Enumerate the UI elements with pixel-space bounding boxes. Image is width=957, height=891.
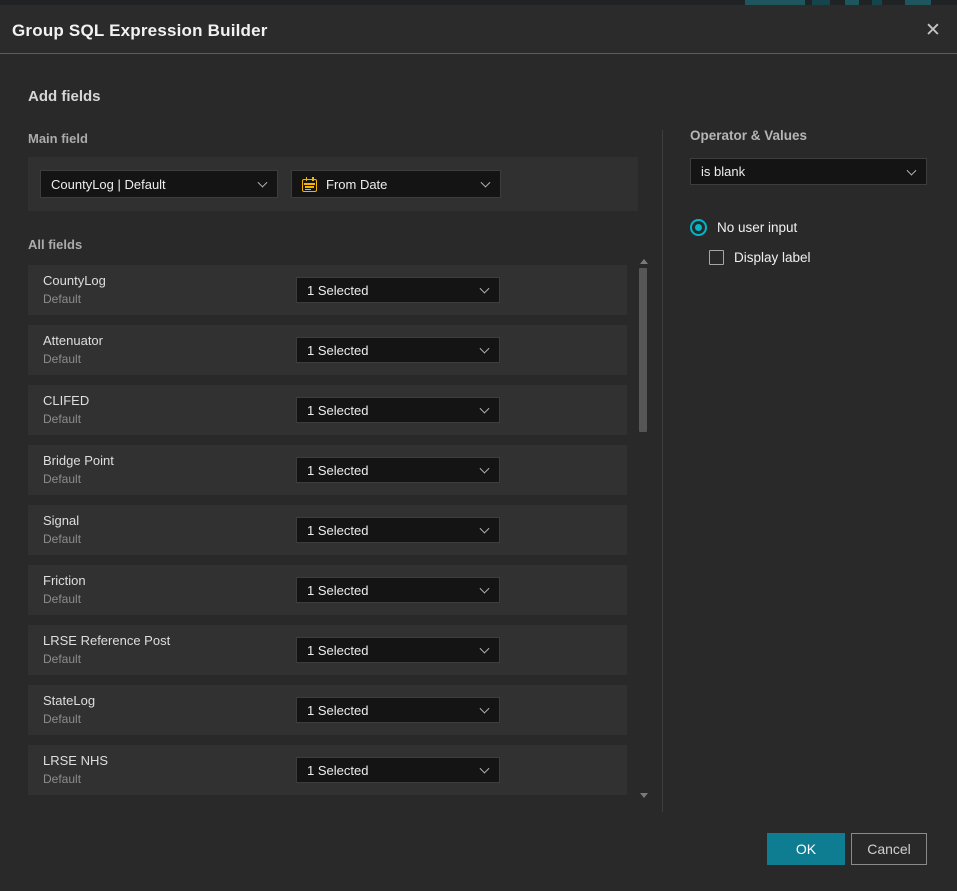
field-selected-value: 1 Selected [307, 583, 368, 598]
no-user-input-radio-row[interactable]: No user input [690, 219, 927, 236]
main-field-layer-dropdown[interactable]: CountyLog | Default [40, 170, 278, 198]
field-selected-dropdown[interactable]: 1 Selected [296, 577, 500, 603]
field-name: LRSE NHS [43, 753, 108, 768]
field-row: LRSE Reference Post Default 1 Selected [28, 625, 627, 675]
field-selected-dropdown[interactable]: 1 Selected [296, 697, 500, 723]
chevron-down-icon [480, 404, 490, 414]
main-field-field-value: From Date [326, 177, 387, 192]
scrollbar-thumb[interactable] [639, 268, 647, 432]
field-selected-value: 1 Selected [307, 763, 368, 778]
field-subtype: Default [43, 292, 81, 306]
chevron-down-icon [480, 464, 490, 474]
field-row: CLIFED Default 1 Selected [28, 385, 627, 435]
field-subtype: Default [43, 592, 81, 606]
operator-dropdown[interactable]: is blank [690, 158, 927, 185]
field-row: Attenuator Default 1 Selected [28, 325, 627, 375]
field-subtype: Default [43, 772, 81, 786]
chevron-down-icon [480, 764, 490, 774]
dialog-header: Group SQL Expression Builder ✕ [0, 5, 957, 54]
field-name: LRSE Reference Post [43, 633, 170, 648]
scroll-down-icon[interactable] [640, 793, 648, 798]
field-selected-value: 1 Selected [307, 343, 368, 358]
field-row: Bridge Point Default 1 Selected [28, 445, 627, 495]
field-selected-value: 1 Selected [307, 523, 368, 538]
chevron-down-icon [481, 178, 491, 188]
calendar-icon [302, 177, 317, 192]
chevron-down-icon [480, 704, 490, 714]
field-selected-value: 1 Selected [307, 643, 368, 658]
field-name: Signal [43, 513, 79, 528]
field-selected-value: 1 Selected [307, 403, 368, 418]
field-subtype: Default [43, 712, 81, 726]
chevron-down-icon [907, 165, 917, 175]
field-name: Bridge Point [43, 453, 114, 468]
field-selected-dropdown[interactable]: 1 Selected [296, 757, 500, 783]
field-name: StateLog [43, 693, 95, 708]
field-row: CountyLog Default 1 Selected [28, 265, 627, 315]
field-name: CLIFED [43, 393, 89, 408]
field-row: Friction Default 1 Selected [28, 565, 627, 615]
cancel-button[interactable]: Cancel [851, 833, 927, 865]
group-sql-expression-builder-dialog: Group SQL Expression Builder ✕ Add field… [0, 0, 957, 891]
main-field-band: CountyLog | Default From Date [28, 157, 638, 211]
all-fields-label: All fields [28, 237, 82, 252]
operator-values-heading: Operator & Values [690, 128, 927, 143]
radio-selected-icon[interactable] [690, 219, 707, 236]
all-fields-list: CountyLog Default 1 Selected Attenuator … [28, 265, 627, 805]
dialog-title: Group SQL Expression Builder [12, 21, 268, 41]
add-fields-heading: Add fields [28, 88, 101, 105]
field-selected-value: 1 Selected [307, 703, 368, 718]
chevron-down-icon [480, 344, 490, 354]
field-selected-dropdown[interactable]: 1 Selected [296, 457, 500, 483]
field-row: LRSE NHS Default 1 Selected [28, 745, 627, 795]
field-selected-dropdown[interactable]: 1 Selected [296, 337, 500, 363]
chevron-down-icon [480, 584, 490, 594]
field-subtype: Default [43, 472, 81, 486]
field-subtype: Default [43, 532, 81, 546]
chevron-down-icon [258, 178, 268, 188]
fields-list-scrollbar[interactable] [638, 255, 652, 805]
field-name: CountyLog [43, 273, 106, 288]
close-icon[interactable]: ✕ [921, 19, 945, 43]
operator-value: is blank [701, 164, 745, 179]
field-selected-dropdown[interactable]: 1 Selected [296, 517, 500, 543]
field-subtype: Default [43, 352, 81, 366]
field-name: Attenuator [43, 333, 103, 348]
field-row: StateLog Default 1 Selected [28, 685, 627, 735]
chevron-down-icon [480, 284, 490, 294]
field-selected-value: 1 Selected [307, 283, 368, 298]
display-label-checkbox-row[interactable]: Display label [709, 250, 927, 265]
scroll-up-icon[interactable] [640, 259, 648, 264]
main-field-field-dropdown[interactable]: From Date [291, 170, 501, 198]
chevron-down-icon [480, 644, 490, 654]
main-field-label: Main field [28, 131, 88, 146]
chevron-down-icon [480, 524, 490, 534]
field-subtype: Default [43, 412, 81, 426]
field-selected-dropdown[interactable]: 1 Selected [296, 277, 500, 303]
main-field-layer-value: CountyLog | Default [51, 177, 166, 192]
ok-button[interactable]: OK [767, 833, 845, 865]
field-selected-dropdown[interactable]: 1 Selected [296, 637, 500, 663]
field-selected-dropdown[interactable]: 1 Selected [296, 397, 500, 423]
no-user-input-label: No user input [717, 220, 797, 235]
display-label-label: Display label [734, 250, 811, 265]
field-subtype: Default [43, 652, 81, 666]
field-name: Friction [43, 573, 86, 588]
operator-values-panel: Operator & Values is blank No user input… [690, 128, 927, 265]
field-row: Signal Default 1 Selected [28, 505, 627, 555]
field-selected-value: 1 Selected [307, 463, 368, 478]
panel-divider [662, 130, 663, 812]
checkbox-unchecked-icon[interactable] [709, 250, 724, 265]
